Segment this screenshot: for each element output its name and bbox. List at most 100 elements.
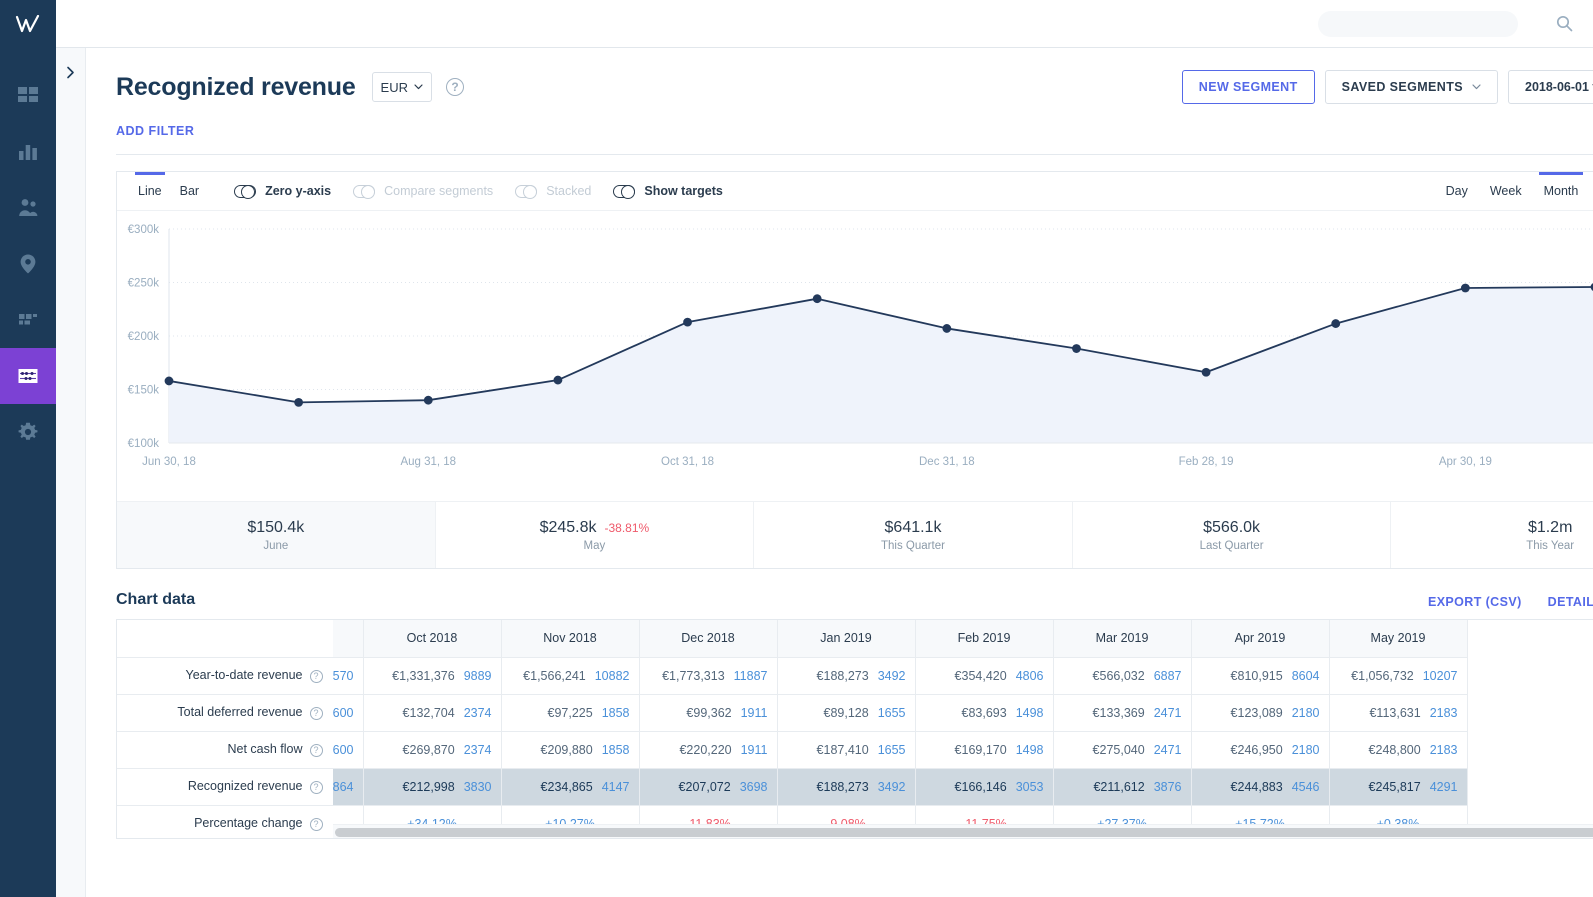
cell-value-pair: €188,273 3492 [787,669,906,683]
date-range-label: 2018-06-01 to 2019-05-31 [1525,80,1593,94]
chevron-down-icon [414,84,423,90]
horizontal-scrollbar-thumb[interactable] [335,828,1593,837]
page-title: Recognized revenue [116,72,356,101]
sidebar-item-audience[interactable] [0,180,56,236]
add-filter-button[interactable]: ADD FILTER [116,124,194,138]
table-cell: €188,273 3492 [777,768,916,806]
summary-value: $641.1k [884,518,942,536]
cell-value-pair: €269,870 2374 [373,743,492,757]
top-bar [56,0,1593,48]
toggle-compare-segments[interactable]: Compare segments [353,184,493,200]
toggle-show-targets[interactable]: Show targets [613,184,723,200]
summary-value: $245.8k [539,518,597,536]
expand-panel-button[interactable] [65,66,76,897]
toggle-label: Show targets [644,184,723,198]
cell-amount: €244,883 [1230,779,1283,794]
cell-count: 2471 [1153,742,1182,757]
cell-count: 1911 [740,742,768,757]
export-links: EXPORT (CSV) DETAILED EXPORT (CSV) [1428,595,1593,609]
cell-amount: €83,693 [961,705,1007,720]
chart-plot-area[interactable]: €100k €150k €200k €250k €300k Jun 30, 18 Aug 3… [117,211,1593,501]
sidebar-item-locations[interactable] [0,236,56,292]
cell-value-pair: €245,817 4291 [1339,780,1458,794]
table-cell: €133,369 2471 [1053,694,1192,732]
summary-value-wrap: $150.4k [247,519,304,537]
table-row-label: Year-to-date revenue? [117,657,334,695]
table-header-row: Sep 2018Oct 2018Nov 2018Dec 2018Jan 2019… [117,620,1468,658]
granularity-quarter[interactable]: Quarter [1589,172,1593,211]
help-icon[interactable]: ? [309,706,323,720]
granularity-month[interactable]: Month [1533,171,1590,211]
table-cell: €97,225 1858 [501,694,640,732]
cell-value-pair: €133,369 2471 [1063,706,1182,720]
cell-count: 4546 [1291,779,1320,794]
cell-amount: €566,032 [1092,668,1145,683]
summary-value: $566.0k [1203,518,1261,536]
new-segment-button[interactable]: NEW SEGMENT [1181,70,1315,104]
svg-text:€150k: €150k [128,385,160,397]
table-cell: €220,220 1911 [639,731,778,769]
table-corner-cell [117,620,334,658]
sidebar-item-accounting[interactable] [0,348,56,404]
sidebar-item-dashboard[interactable] [0,68,56,124]
brand-logo[interactable] [0,0,56,48]
summary-value-wrap: $1.2m [1528,519,1572,537]
cell-count: 1858 [601,742,630,757]
date-range-button[interactable]: 2018-06-01 to 2019-05-31 [1508,70,1593,104]
cell-value-pair: €207,072 3698 [649,780,768,794]
cell-value-pair: €1,773,313 11887 [649,669,767,683]
table-cell: €113,631 2183 [1329,694,1468,732]
summary-label: May [583,539,606,552]
detailed-export-csv-link[interactable]: DETAILED EXPORT (CSV) [1548,595,1593,609]
granularity-day[interactable]: Day [1435,172,1479,211]
cell-value-pair: €83,693 1498 [925,706,1044,720]
main-area: Recognized revenue EUR ? NEW SEGMENT SAV… [56,0,1593,897]
svg-text:Feb 28, 19: Feb 28, 19 [1179,456,1234,468]
summary-value-wrap: $641.1k [885,519,942,537]
sidebar-item-reports[interactable] [0,124,56,180]
cell-value-pair: €89,128 1655 [787,706,906,720]
cell-count: 2180 [1291,705,1320,720]
help-icon[interactable]: ? [309,743,323,757]
table-row: Year-to-date revenue?€1,118,3788570€1,33… [117,657,1468,695]
table-cell: €566,032 6887 [1053,657,1192,695]
chart-data-header: Chart data EXPORT (CSV) DETAILED EXPORT … [116,591,1593,609]
cell-amount: €1,056,732 [1351,668,1414,683]
help-icon[interactable]: ? [309,669,323,683]
chart-type-line[interactable]: Line [129,171,171,211]
cell-count: 1858 [601,705,630,720]
summary-label: June [263,539,289,552]
help-icon[interactable]: ? [309,817,323,831]
toggle-stacked[interactable]: Stacked [515,184,591,200]
cell-value-pair: €97,225 1858 [511,706,630,720]
chart-type-bar[interactable]: Bar [171,172,208,211]
toggle-zero-y-axis[interactable]: Zero y-axis [234,184,331,200]
target-button[interactable] [1586,0,1593,48]
cell-amount: €211,612 [1093,779,1145,794]
table-cell: €207,072 3698 [639,768,778,806]
chart-data-table-scroll[interactable]: Sep 2018Oct 2018Nov 2018Dec 2018Jan 2019… [116,619,1593,839]
export-csv-link[interactable]: EXPORT (CSV) [1428,595,1522,609]
row-label-text: Year-to-date revenue [185,668,303,683]
currency-select[interactable]: EUR [371,72,432,102]
sidebar-item-apps[interactable] [0,292,56,348]
horizontal-scrollbar-track[interactable] [117,824,1593,838]
table-cell: €269,870 2374 [363,731,502,769]
help-icon[interactable]: ? [445,78,464,96]
sidebar-item-settings[interactable] [0,404,56,460]
table-column-header: Mar 2019 [1053,620,1192,658]
help-icon[interactable]: ? [309,780,323,794]
global-search-input[interactable] [1318,10,1518,37]
saved-segments-button[interactable]: SAVED SEGMENTS [1324,70,1498,104]
header-divider [116,154,1593,155]
cell-amount: €166,146 [954,779,1007,794]
table-row-label: Percentage change? [117,805,334,838]
table-cell: €83,693 1498 [915,694,1054,732]
svg-text:€200k: €200k [128,331,160,343]
cell-amount: €169,170 [954,742,1007,757]
table-cell: €89,128 1655 [777,694,916,732]
cell-count: 4806 [1015,668,1044,683]
granularity-week[interactable]: Week [1479,172,1533,211]
search-button[interactable] [1542,0,1586,48]
cell-value-pair: €234,865 4147 [511,780,630,794]
